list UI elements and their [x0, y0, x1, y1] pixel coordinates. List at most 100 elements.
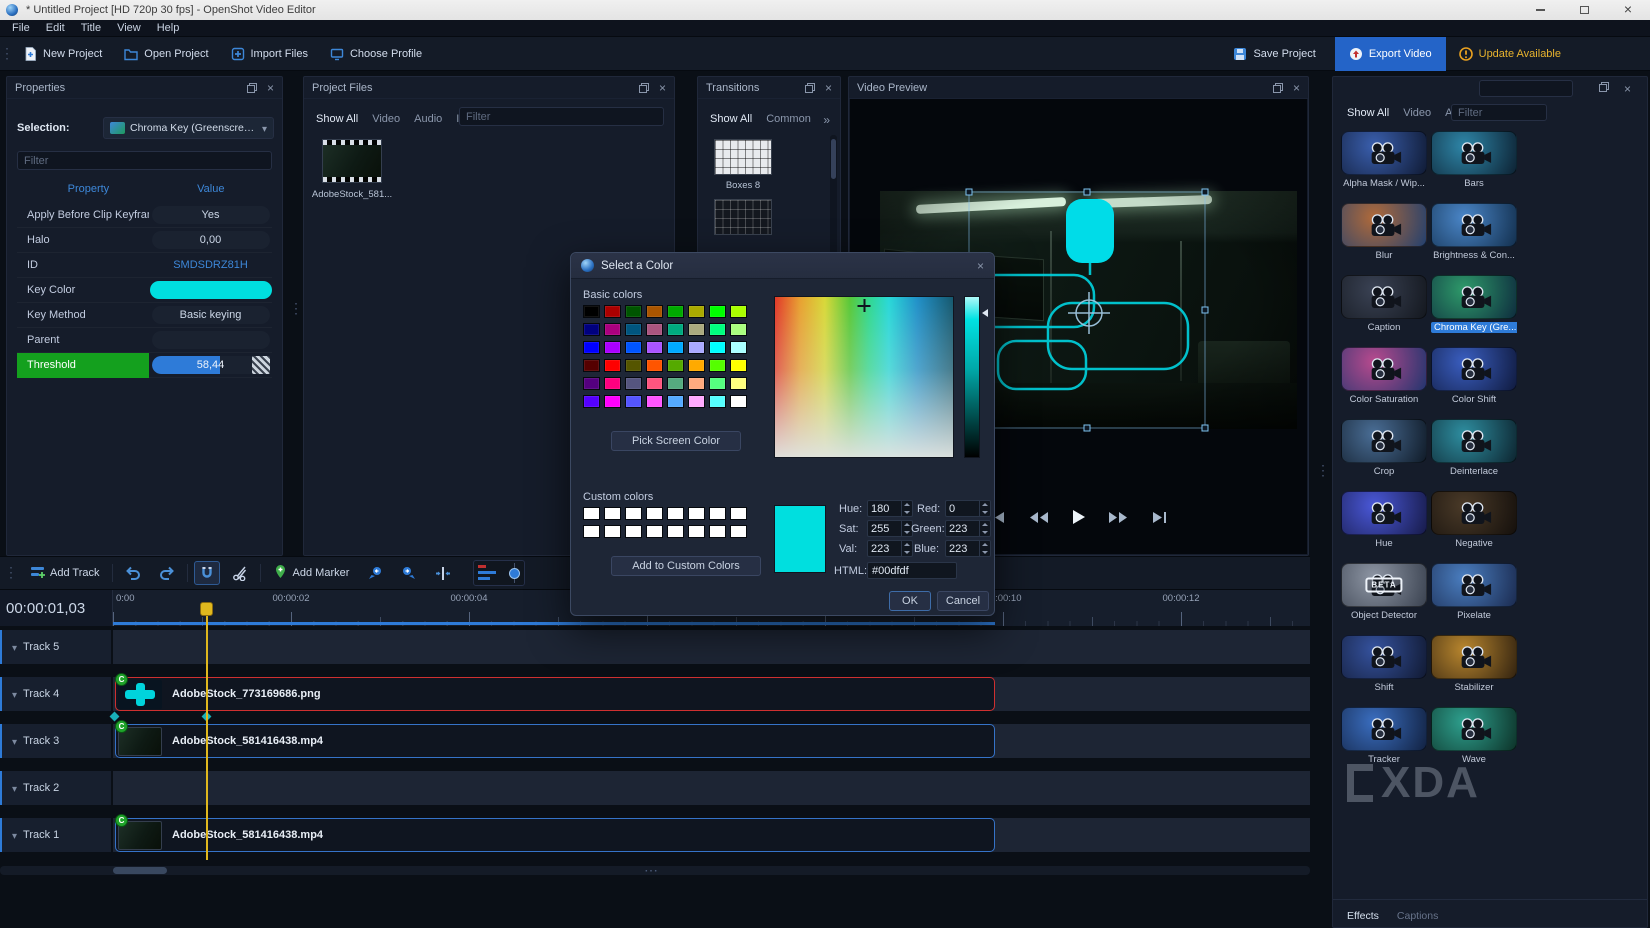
basic-color-swatch[interactable]	[667, 359, 684, 372]
property-value[interactable]	[149, 328, 272, 352]
custom-color-swatch[interactable]	[667, 525, 684, 538]
properties-filter-input[interactable]	[17, 151, 272, 170]
effect-item[interactable]: Color Saturation	[1341, 347, 1427, 407]
track-label[interactable]: Track 1	[0, 818, 111, 852]
property-row[interactable]: Parent	[17, 328, 272, 353]
transform-handle[interactable]	[1084, 425, 1091, 432]
basic-color-swatch[interactable]	[667, 341, 684, 354]
effect-item[interactable]: Crop	[1341, 419, 1427, 479]
spin-down-icon[interactable]	[980, 529, 990, 537]
basic-color-swatch[interactable]	[730, 305, 747, 318]
menu-item-title[interactable]: Title	[73, 20, 109, 37]
basic-color-swatch[interactable]	[730, 377, 747, 390]
float-panel-icon[interactable]	[1599, 82, 1609, 92]
save-project-button[interactable]: Save Project	[1224, 42, 1324, 66]
scrollbar-thumb[interactable]	[831, 139, 836, 179]
snapping-toggle-button[interactable]	[194, 561, 220, 585]
red-spinbox[interactable]	[945, 500, 991, 517]
hue-saturation-map[interactable]	[774, 296, 954, 458]
panel-tab-captions[interactable]: Captions	[1397, 910, 1438, 922]
next-marker-button[interactable]	[395, 562, 423, 585]
custom-color-swatch[interactable]	[730, 525, 747, 538]
project-files-filter-input[interactable]	[459, 107, 664, 126]
custom-color-swatch[interactable]	[583, 507, 600, 520]
basic-color-swatch[interactable]	[688, 323, 705, 336]
spinner-buttons[interactable]	[979, 521, 990, 536]
basic-color-swatch[interactable]	[730, 395, 747, 408]
cancel-button[interactable]: Cancel	[937, 591, 989, 611]
keyframe-interpolation-button[interactable]	[252, 356, 270, 374]
color-picker-crosshair[interactable]	[858, 299, 871, 312]
selection-dropdown[interactable]: Chroma Key (Greenscreen)	[103, 117, 274, 139]
project-files-tab-audio[interactable]: Audio	[414, 113, 442, 125]
basic-color-swatch[interactable]	[625, 359, 642, 372]
chevron-down-icon[interactable]	[12, 732, 17, 750]
property-value[interactable]: 58,44	[149, 353, 272, 377]
basic-color-swatch[interactable]	[646, 395, 663, 408]
basic-color-swatch[interactable]	[646, 341, 663, 354]
custom-color-swatch[interactable]	[646, 525, 663, 538]
basic-color-swatch[interactable]	[583, 395, 600, 408]
basic-color-swatch[interactable]	[667, 305, 684, 318]
panel-splitter-handle[interactable]	[1316, 462, 1330, 479]
spin-down-icon[interactable]	[980, 549, 990, 557]
effect-item[interactable]: BETAObject Detector	[1341, 563, 1427, 623]
basic-color-swatch[interactable]	[625, 395, 642, 408]
close-panel-icon[interactable]	[659, 82, 666, 94]
import-files-button[interactable]: Import Files	[222, 42, 317, 66]
basic-color-swatch[interactable]	[604, 377, 621, 390]
property-row[interactable]: Threshold58,44	[17, 353, 272, 378]
basic-color-swatch[interactable]	[583, 359, 600, 372]
razor-tool-button[interactable]	[226, 562, 254, 585]
property-row[interactable]: Halo0,00	[17, 228, 272, 253]
red-input[interactable]	[946, 501, 979, 516]
basic-color-swatch[interactable]	[604, 305, 621, 318]
effect-item[interactable]: Bars	[1431, 131, 1517, 191]
track-label[interactable]: Track 5	[0, 630, 111, 664]
effect-item[interactable]: Negative	[1431, 491, 1517, 551]
property-value[interactable]: Basic keying	[149, 303, 272, 327]
blue-spinbox[interactable]	[945, 540, 991, 557]
pick-screen-color-button[interactable]: Pick Screen Color	[611, 431, 741, 451]
basic-color-swatch[interactable]	[667, 323, 684, 336]
basic-color-swatch[interactable]	[583, 341, 600, 354]
custom-color-swatch[interactable]	[709, 525, 726, 538]
transform-handle[interactable]	[1202, 189, 1209, 196]
spin-down-icon[interactable]	[980, 509, 990, 517]
basic-color-swatch[interactable]	[688, 305, 705, 318]
sat-spinbox[interactable]	[867, 520, 913, 537]
float-panel-icon[interactable]	[1273, 83, 1283, 93]
custom-color-swatch[interactable]	[625, 507, 642, 520]
panel-splitter-handle[interactable]	[289, 300, 303, 317]
basic-color-swatch[interactable]	[667, 395, 684, 408]
effect-item[interactable]: Deinterlace	[1431, 419, 1517, 479]
sat-input[interactable]	[868, 521, 901, 536]
fast-forward-button[interactable]	[1106, 509, 1130, 526]
timeline-clip[interactable]: CAdobeStock_581416438.mp4	[115, 724, 995, 758]
project-files-tab-video[interactable]: Video	[372, 113, 400, 125]
chevron-down-icon[interactable]	[12, 826, 17, 844]
basic-color-swatch[interactable]	[646, 359, 663, 372]
jump-to-end-button[interactable]	[1148, 509, 1170, 526]
panel-tab-effects[interactable]: Effects	[1347, 910, 1379, 922]
basic-color-swatch[interactable]	[604, 395, 621, 408]
ok-button[interactable]: OK	[889, 591, 931, 611]
track-lane[interactable]	[113, 771, 1310, 805]
menu-item-file[interactable]: File	[4, 20, 38, 37]
toolbar-drag-handle[interactable]	[4, 564, 18, 582]
basic-color-swatch[interactable]	[667, 377, 684, 390]
spin-up-icon[interactable]	[980, 541, 990, 549]
center-playhead-button[interactable]	[429, 562, 457, 585]
basic-color-swatch[interactable]	[583, 305, 600, 318]
menu-item-help[interactable]: Help	[149, 20, 188, 37]
basic-color-swatch[interactable]	[625, 305, 642, 318]
effect-item[interactable]: Caption	[1341, 275, 1427, 335]
basic-color-swatch[interactable]	[625, 341, 642, 354]
effect-item[interactable]: Wave	[1431, 707, 1517, 767]
tabs-overflow-icon[interactable]	[823, 111, 830, 129]
menu-item-view[interactable]: View	[109, 20, 149, 37]
add-marker-button[interactable]: Add Marker	[267, 560, 356, 586]
dialog-title-bar[interactable]: Select a Color	[571, 253, 994, 279]
transition-item[interactable]	[714, 199, 772, 235]
custom-color-swatch[interactable]	[604, 507, 621, 520]
